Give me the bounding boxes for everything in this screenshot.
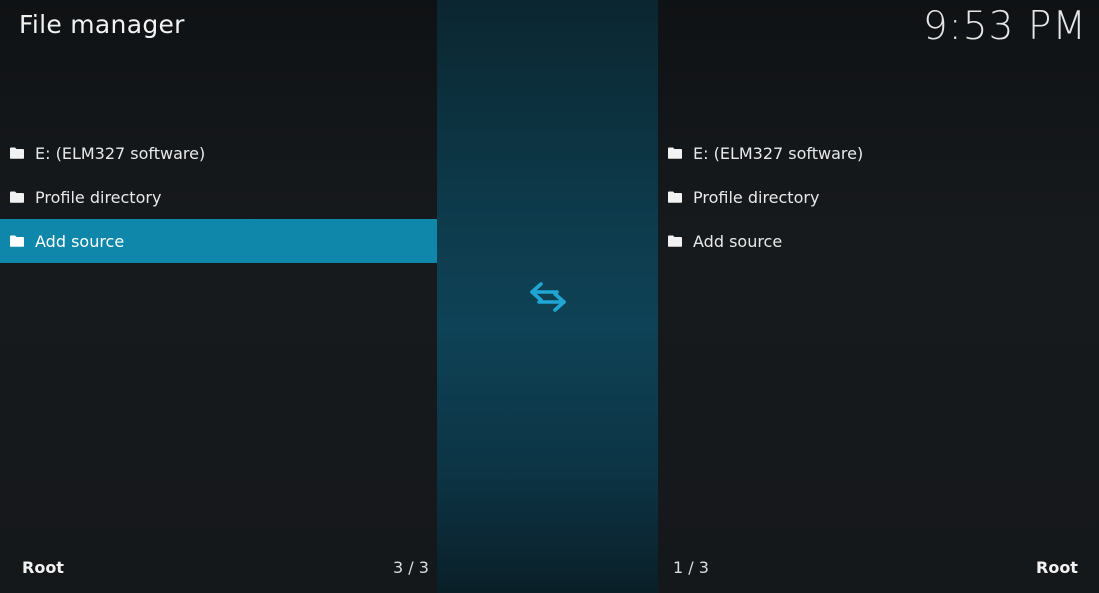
left-pane: E: (ELM327 software) Profile directory A…	[0, 0, 437, 593]
left-footer-count: 3 / 3	[393, 558, 429, 577]
list-item[interactable]: E: (ELM327 software)	[658, 131, 1099, 175]
right-footer-path: Root	[1036, 558, 1078, 577]
list-item-label: E: (ELM327 software)	[35, 143, 206, 163]
list-item-label: Profile directory	[35, 187, 162, 207]
file-manager-screen: File manager 9:53 PM E: (ELM327 software…	[0, 0, 1099, 593]
folder-icon	[10, 147, 24, 159]
list-item-label: E: (ELM327 software)	[693, 143, 864, 163]
folder-icon	[10, 191, 24, 203]
list-item[interactable]: Add source	[658, 219, 1099, 263]
left-file-list: E: (ELM327 software) Profile directory A…	[0, 131, 437, 263]
list-item-label: Profile directory	[693, 187, 820, 207]
list-item[interactable]: E: (ELM327 software)	[0, 131, 437, 175]
list-item[interactable]: Profile directory	[0, 175, 437, 219]
folder-icon	[668, 147, 682, 159]
folder-icon	[10, 235, 24, 247]
list-item-label: Add source	[35, 231, 125, 251]
left-footer-path: Root	[22, 558, 64, 577]
list-item-selected[interactable]: Add source	[0, 219, 437, 263]
right-pane: E: (ELM327 software) Profile directory A…	[658, 0, 1099, 593]
folder-icon	[668, 235, 682, 247]
right-file-list: E: (ELM327 software) Profile directory A…	[658, 131, 1099, 263]
swap-arrows-icon[interactable]	[529, 281, 567, 313]
list-item[interactable]: Profile directory	[658, 175, 1099, 219]
list-item-label: Add source	[693, 231, 783, 251]
center-divider	[437, 0, 658, 593]
right-footer-count: 1 / 3	[673, 558, 709, 577]
folder-icon	[668, 191, 682, 203]
